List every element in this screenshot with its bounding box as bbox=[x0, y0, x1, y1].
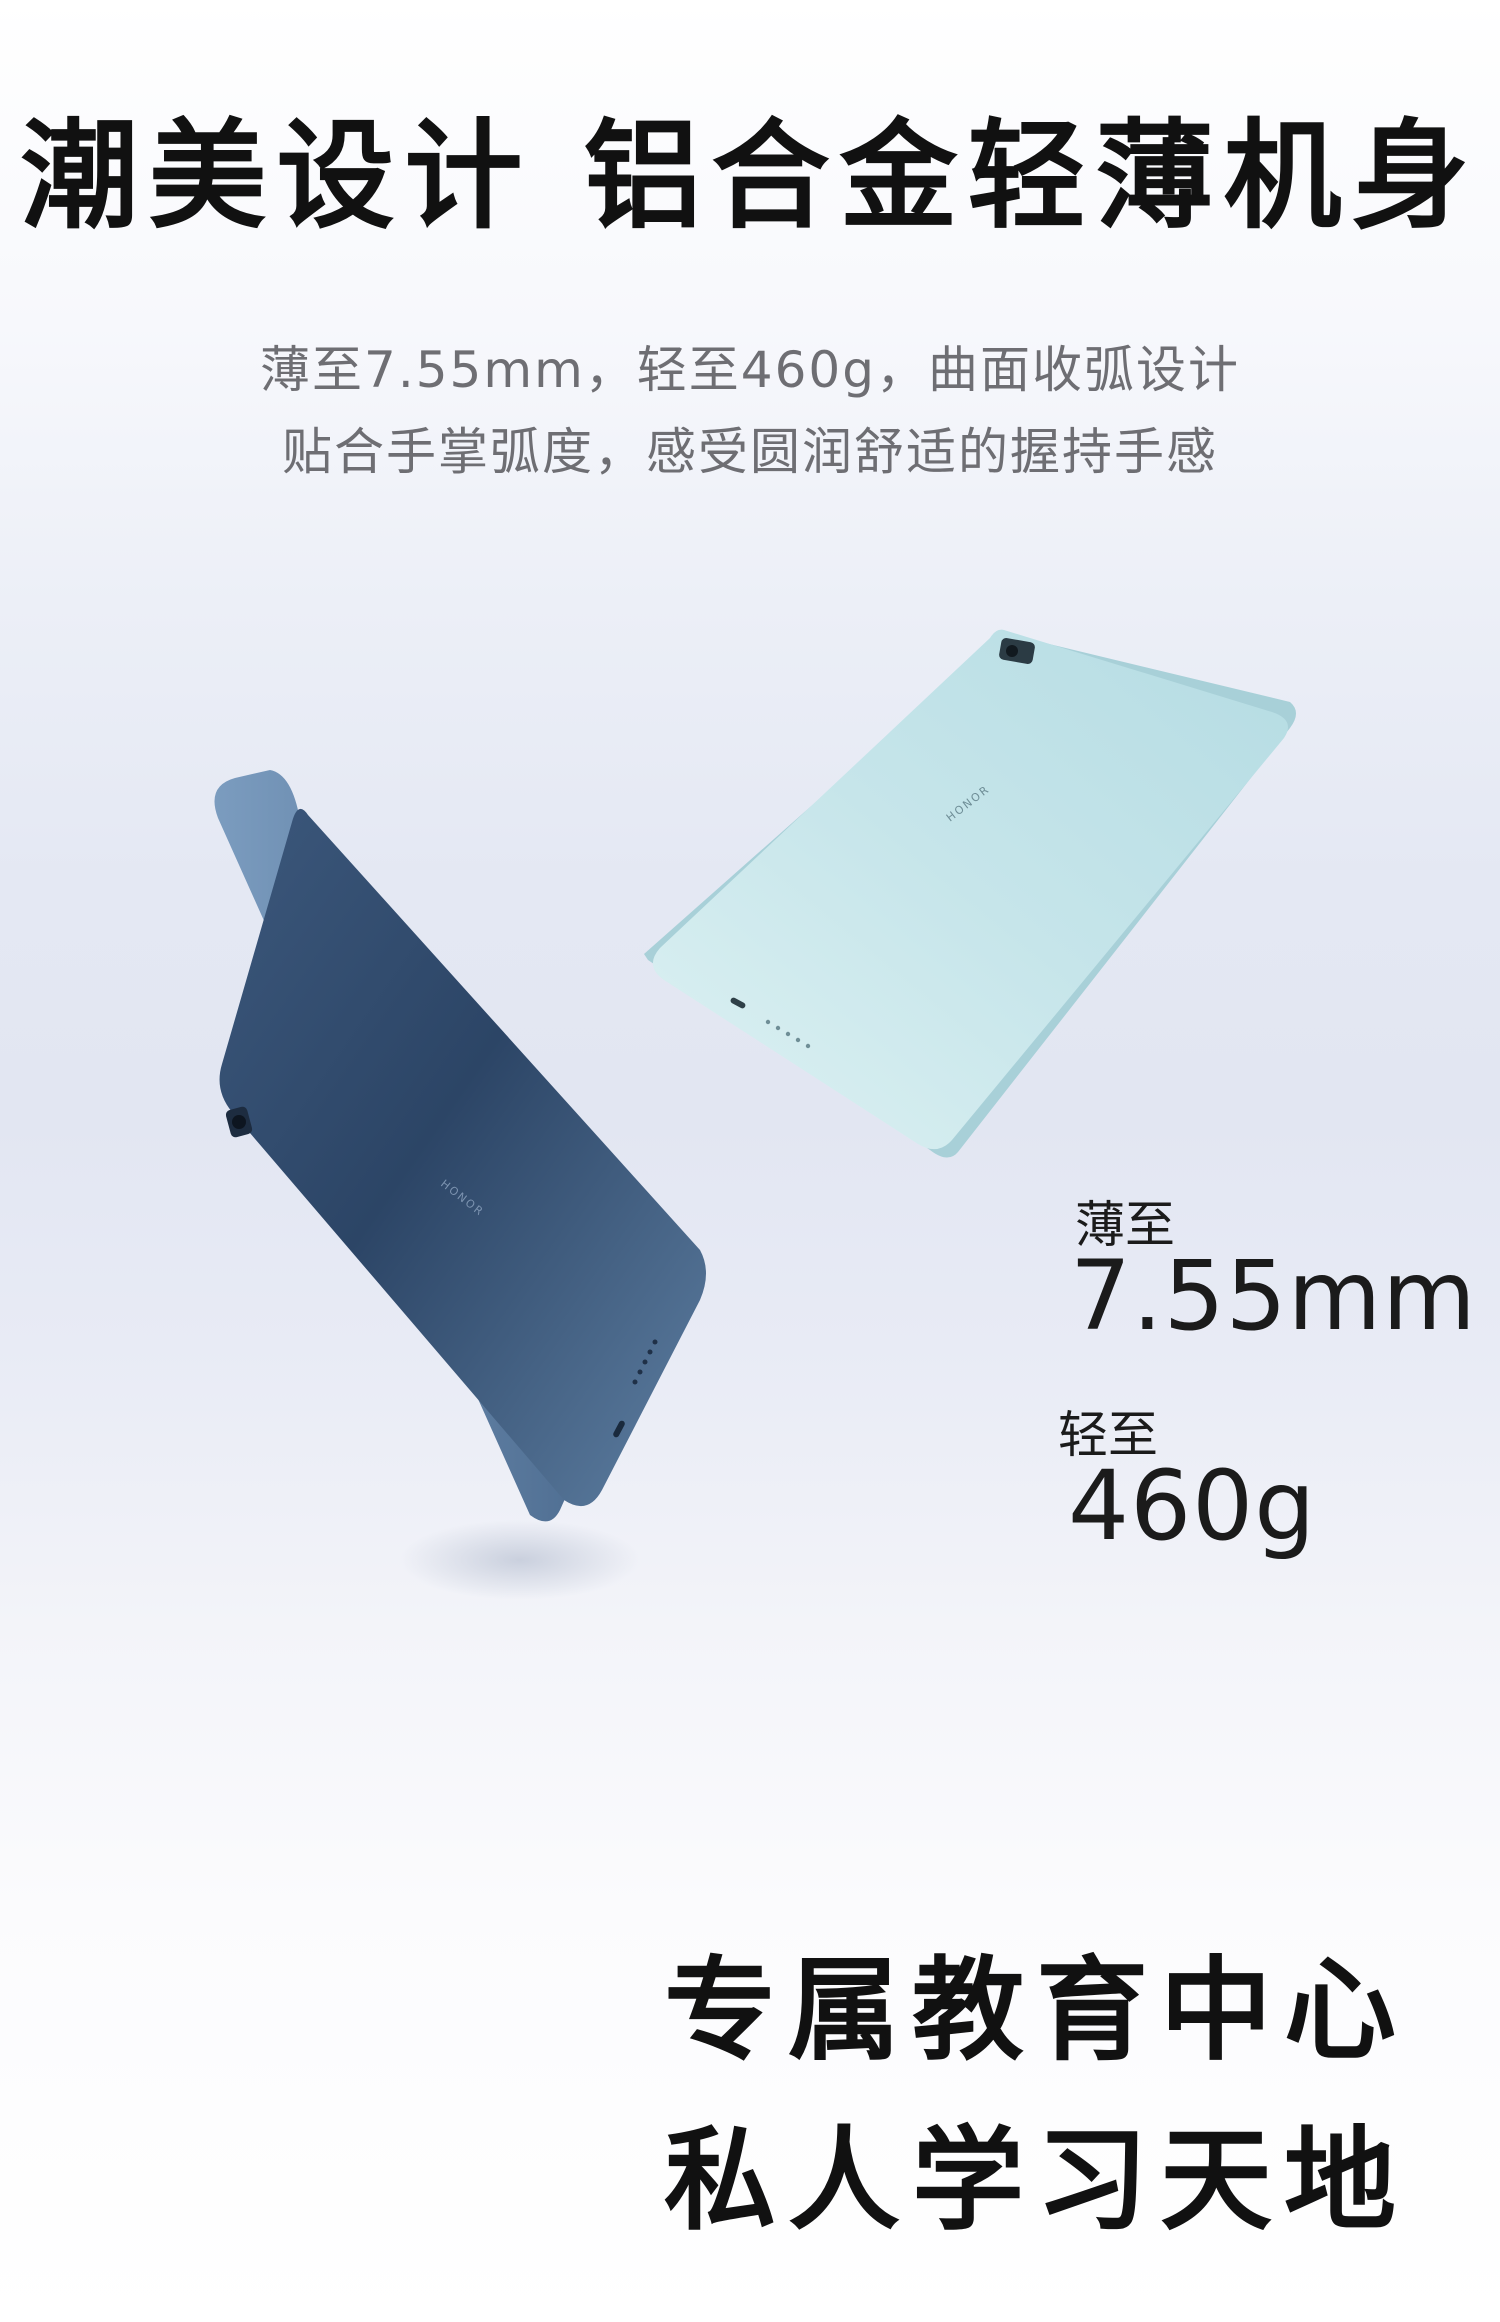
subtitle-line-1: 薄至7.55mm，轻至460g，曲面收弧设计 bbox=[260, 341, 1240, 399]
dark-tablet-back bbox=[219, 808, 707, 1507]
tablet-shadow bbox=[400, 1520, 640, 1600]
light-camera-lens-icon bbox=[1006, 645, 1018, 657]
closing-line-2: 私人学习天地 bbox=[664, 2116, 1408, 2246]
closing-line-1: 专属教育中心 bbox=[664, 1946, 1408, 2076]
thickness-value: 7.55mm bbox=[1070, 1240, 1477, 1352]
subtitle-line-2: 贴合手掌弧度，感受圆润舒适的握持手感 bbox=[282, 423, 1218, 481]
light-tablet: HONOR bbox=[644, 629, 1296, 1158]
headline: 潮美设计 铝合金轻薄机身 bbox=[20, 107, 1480, 245]
light-tablet-back bbox=[652, 629, 1288, 1150]
dark-tablet: HONOR bbox=[214, 770, 707, 1522]
camera-lens-icon bbox=[232, 1115, 246, 1129]
weight-value: 460g bbox=[1068, 1450, 1317, 1562]
